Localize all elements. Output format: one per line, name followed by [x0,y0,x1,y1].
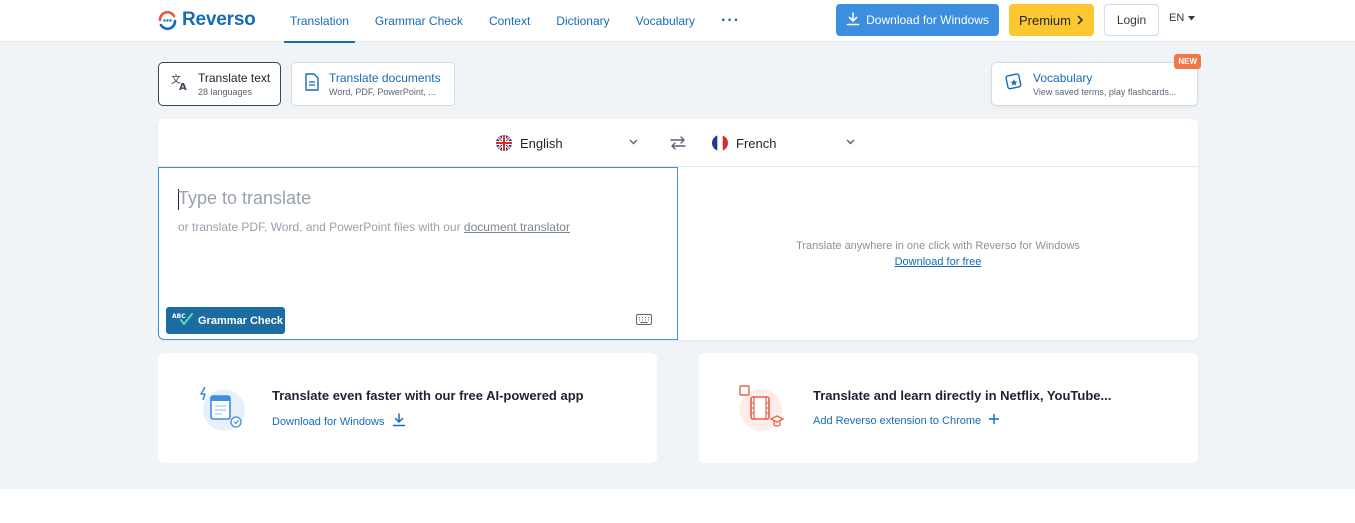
target-promo: Translate anywhere in one click with Rev… [678,238,1198,270]
svg-text:A: A [179,82,187,91]
reverso-logo-icon [157,10,178,31]
download-windows-button[interactable]: Download for Windows [836,4,999,36]
ui-language-label: EN [1169,12,1185,24]
download-icon [392,413,406,430]
document-translator-link[interactable]: document translator [464,220,570,234]
source-chevron-down-icon[interactable] [629,137,638,148]
footer-band [0,489,1355,523]
translator-panel: English French Type to translate or tran… [158,119,1198,340]
download-icon [846,11,860,29]
app-promo-link[interactable]: Download for Windows [272,413,406,430]
extension-promo-link[interactable]: Add Reverso extension to Chrome [813,413,1000,428]
mode-documents-subtitle: Word, PDF, PowerPoint, ... [329,87,436,97]
extension-promo-title: Translate and learn directly in Netflix,… [813,388,1112,403]
target-language-label: French [736,135,777,151]
svg-text:ABC: ABC [172,313,186,320]
target-text-output: Translate anywhere in one click with Rev… [678,167,1198,340]
download-windows-label: Download for Windows [866,13,989,27]
extension-promo-link-label: Add Reverso extension to Chrome [813,414,982,427]
nav-context[interactable]: Context [483,0,536,42]
mode-vocabulary-subtitle: View saved terms, play flashcards... [1033,87,1177,97]
nav-dictionary[interactable]: Dictionary [550,0,615,42]
keyboard-icon[interactable] [636,312,652,330]
document-icon [304,72,320,96]
source-text-input[interactable]: Type to translate or translate PDF, Word… [158,167,678,340]
nav-vocabulary[interactable]: Vocabulary [630,0,701,42]
nav-translation[interactable]: Translation [284,0,355,43]
mode-text-title: Translate text [198,71,271,85]
new-badge: NEW [1174,54,1201,69]
download-free-link[interactable]: Download for free [895,256,982,268]
more-menu-icon[interactable]: ··· [715,0,746,42]
flashcard-icon [1004,72,1024,96]
language-bar: English French [158,119,1198,167]
premium-label: Premium [1018,12,1071,28]
source-language-label: English [520,135,563,151]
mode-vocabulary[interactable]: Vocabulary View saved terms, play flashc… [991,54,1201,106]
source-language-select[interactable]: English [496,135,563,151]
chevron-right-icon [1076,13,1084,28]
desktop-app-illustration-icon [198,383,250,433]
uk-flag-icon [496,135,512,151]
reverso-logo[interactable]: Reverso [157,8,256,32]
mode-vocabulary-title: Vocabulary [1033,71,1093,85]
grammar-check-button[interactable]: ABC Grammar Check [166,307,285,334]
premium-button[interactable]: Premium [1009,4,1094,36]
main-nav: Translation Grammar Check Context Dictio… [284,0,760,43]
streaming-illustration-icon [735,383,787,433]
target-language-select[interactable]: French [712,135,776,151]
france-flag-icon [712,135,728,151]
plus-icon [988,413,1000,428]
nav-grammar-check[interactable]: Grammar Check [369,0,469,42]
mode-translate-documents[interactable]: Translate documents Word, PDF, PowerPoin… [291,62,455,106]
grammar-check-label: Grammar Check [198,314,283,327]
target-promo-text: Translate anywhere in one click with Rev… [796,240,1080,252]
ui-language-select[interactable]: EN [1169,12,1196,24]
extension-promo-card: Translate and learn directly in Netflix,… [699,353,1198,463]
caret-down-icon [1188,12,1196,24]
document-hint: or translate PDF, Word, and PowerPoint f… [178,220,570,234]
translate-icon: 文 A [171,73,189,96]
source-placeholder: Type to translate [178,188,312,208]
document-hint-text: or translate PDF, Word, and PowerPoint f… [178,220,461,234]
mode-text-subtitle: 28 languages [198,87,253,97]
mode-translate-text[interactable]: 文 A Translate text 28 languages [158,62,281,106]
app-promo-link-label: Download for Windows [272,415,385,428]
app-promo-card: Translate even faster with our free AI-p… [158,353,657,463]
app-promo-title: Translate even faster with our free AI-p… [272,388,584,403]
brand-name: Reverso [182,9,256,30]
target-chevron-down-icon[interactable] [846,137,855,148]
mode-documents-title: Translate documents [329,71,441,85]
top-header: Reverso Translation Grammar Check Contex… [0,0,1355,43]
swap-languages-icon[interactable] [669,135,687,156]
login-button[interactable]: Login [1104,4,1159,36]
abc-check-icon: ABC [172,311,194,330]
